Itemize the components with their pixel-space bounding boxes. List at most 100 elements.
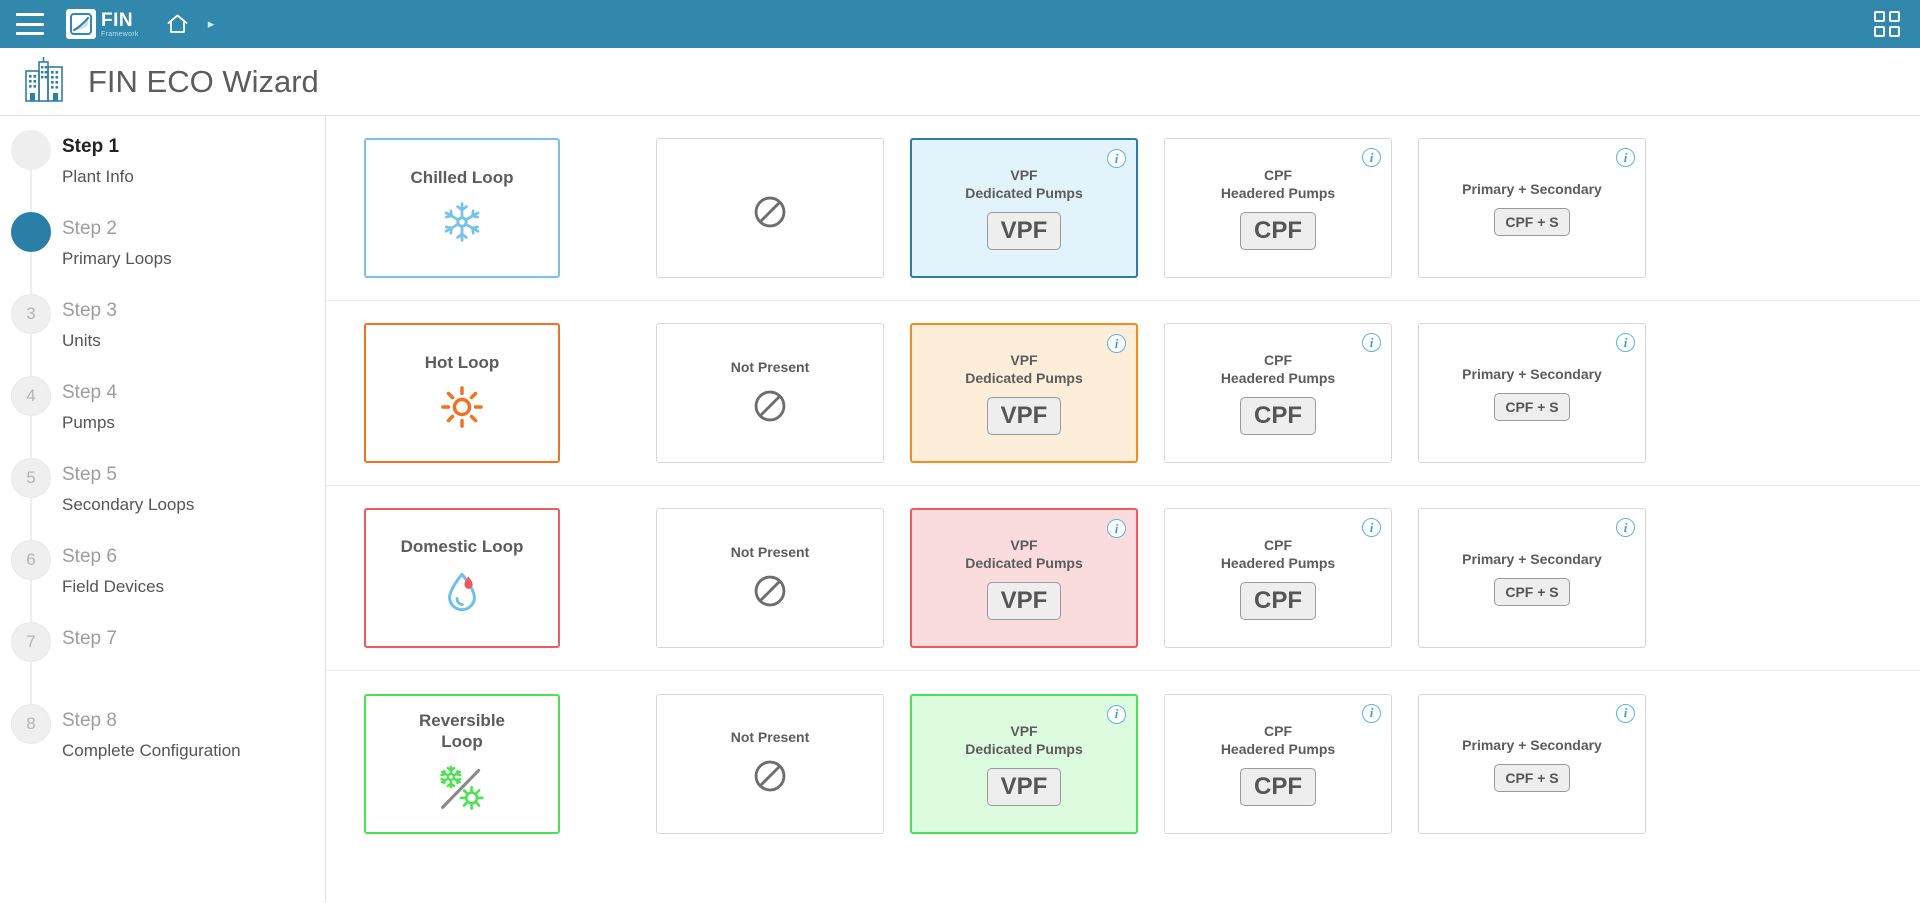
building-icon [22,55,66,108]
loop-card-title: ReversibleLoop [419,710,505,752]
option-badge: VPF [987,212,1062,250]
option-card-title: VPFDedicated Pumps [939,536,1108,572]
snowflake-icon [440,200,484,249]
sun-icon [440,385,484,434]
option-title-line1: VPF [965,351,1082,369]
option-card-title: Primary + Secondary [1436,365,1628,383]
step-bullet-column: 7 [0,622,62,662]
loop-row-2: Hot Loop Not Present iVPFDedicated Pumps… [326,301,1920,486]
loop-card-3[interactable]: Domestic Loop [364,508,560,648]
no-entry-icon [752,758,788,799]
option-title-line1: Not Present [731,543,810,561]
sidebar-step-2[interactable]: Step 2Primary Loops [0,212,325,294]
option-card-r3-c3[interactable]: iCPFHeadered PumpsCPF [1164,508,1392,648]
step-bullet-8[interactable]: 8 [11,704,51,744]
option-card-r3-c4[interactable]: i Primary + Secondary CPF + S [1418,508,1646,648]
home-icon[interactable] [165,12,190,36]
option-card-r4-c3[interactable]: iCPFHeadered PumpsCPF [1164,694,1392,834]
option-card-r3-c2[interactable]: iVPFDedicated PumpsVPF [910,508,1138,648]
water-drop-flame-icon [440,569,484,620]
info-icon[interactable]: i [1107,334,1126,353]
option-card-r2-c4[interactable]: iPrimary + SecondaryCPF + S [1418,323,1646,463]
step-bullet-column: 6 [0,540,62,580]
hamburger-menu-icon[interactable] [16,13,44,35]
step-bullet-7[interactable]: 7 [11,622,51,662]
fin-logo[interactable]: FIN Framework [66,9,139,39]
loop-card-title: Chilled Loop [411,167,514,188]
info-icon[interactable]: i [1362,333,1381,352]
step-connector [31,662,32,704]
info-icon[interactable]: i [1362,704,1381,723]
loop-card-1[interactable]: Chilled Loop [364,138,560,278]
info-icon[interactable]: i [1616,704,1635,723]
option-card-r2-c2[interactable]: iVPFDedicated PumpsVPF [910,323,1138,463]
loop-card-4[interactable]: ReversibleLoop [364,694,560,834]
option-card-r1-c1[interactable] [656,138,884,278]
option-badge: VPF [987,397,1062,435]
option-card-title: CPFHeadered Pumps [1195,536,1361,572]
sidebar-step-5[interactable]: 5Step 5Secondary Loops [0,458,325,540]
step-title-5: Step 5 [62,460,194,490]
sidebar-step-3[interactable]: 3Step 3Units [0,294,325,376]
top-navigation-bar: FIN Framework ▸ [0,0,1920,48]
option-card-title: VPFDedicated Pumps [939,722,1108,758]
option-card-r2-c1[interactable]: Not Present [656,323,884,463]
step-bullet-2[interactable] [11,212,51,252]
loop-title-line1: Reversible [419,710,505,731]
option-card-r4-c1[interactable]: Not Present [656,694,884,834]
loop-title-line2: Loop [419,731,505,752]
sidebar-step-8[interactable]: 8 Step 8Complete Configuration [0,704,325,786]
info-icon[interactable]: i [1107,149,1126,168]
sidebar-step-1[interactable]: Step 1Plant Info [0,130,325,212]
option-badge: CPF + S [1494,764,1569,792]
fin-logo-primary-text: FIN [101,11,139,30]
option-title-line1: CPF [1221,536,1335,554]
page-title: FIN ECO Wizard [88,64,319,100]
step-bullet-4[interactable]: 4 [11,376,51,416]
loop-row-3: Domestic Loop Not Present iVPFDedicated … [326,486,1920,671]
option-badge: CPF + S [1494,578,1569,606]
info-icon[interactable]: i [1616,148,1635,167]
step-text-block: Step 8Complete Configuration [62,704,241,766]
info-icon[interactable]: i [1616,333,1635,352]
option-badge: CPF [1240,212,1316,250]
option-title-line1: Primary + Secondary [1462,550,1602,568]
option-card-r1-c4[interactable]: iPrimary + SecondaryCPF + S [1418,138,1646,278]
no-entry-icon [752,194,788,235]
step-title-8: Step 8 [62,706,241,736]
info-icon[interactable]: i [1362,518,1381,537]
option-card-r1-c2[interactable]: iVPFDedicated PumpsVPF [910,138,1138,278]
loop-card-2[interactable]: Hot Loop [364,323,560,463]
step-title-6: Step 6 [62,542,164,572]
option-badge: CPF [1240,768,1316,806]
option-card-r4-c2[interactable]: iVPFDedicated PumpsVPF [910,694,1138,834]
info-icon[interactable]: i [1616,518,1635,537]
step-title-7: Step 7 [62,624,117,654]
info-icon[interactable]: i [1107,519,1126,538]
step-subtitle-1: Plant Info [62,162,134,192]
option-card-title: Not Present [705,728,836,746]
option-card-title: CPFHeadered Pumps [1195,166,1361,202]
option-badge: CPF + S [1494,208,1569,236]
option-title-line2: Dedicated Pumps [965,740,1082,758]
info-icon[interactable]: i [1107,705,1126,724]
step-bullet-column: 3 [0,294,62,334]
step-bullet-1[interactable] [11,130,51,170]
step-bullet-5[interactable]: 5 [11,458,51,498]
option-card-r2-c3[interactable]: iCPFHeadered PumpsCPF [1164,323,1392,463]
option-card-title: CPFHeadered Pumps [1195,351,1361,387]
sidebar-step-4[interactable]: 4Step 4Pumps [0,376,325,458]
step-bullet-6[interactable]: 6 [11,540,51,580]
breadcrumb-expand-icon[interactable]: ▸ [208,16,215,32]
step-bullet-3[interactable]: 3 [11,294,51,334]
sidebar-step-7[interactable]: 7 Step 7 [0,622,325,704]
sidebar-step-6[interactable]: 6Step 6Field Devices [0,540,325,622]
option-card-r3-c1[interactable]: Not Present [656,508,884,648]
option-title-line1: CPF [1221,351,1335,369]
option-card-r1-c3[interactable]: iCPFHeadered Pumps CPF [1164,138,1392,278]
option-card-r4-c4[interactable]: iPrimary + SecondaryCPF + S [1418,694,1646,834]
grid-apps-icon[interactable] [1874,11,1900,37]
fin-logo-mark [66,9,96,39]
option-badge: CPF [1240,397,1316,435]
info-icon[interactable]: i [1362,148,1381,167]
